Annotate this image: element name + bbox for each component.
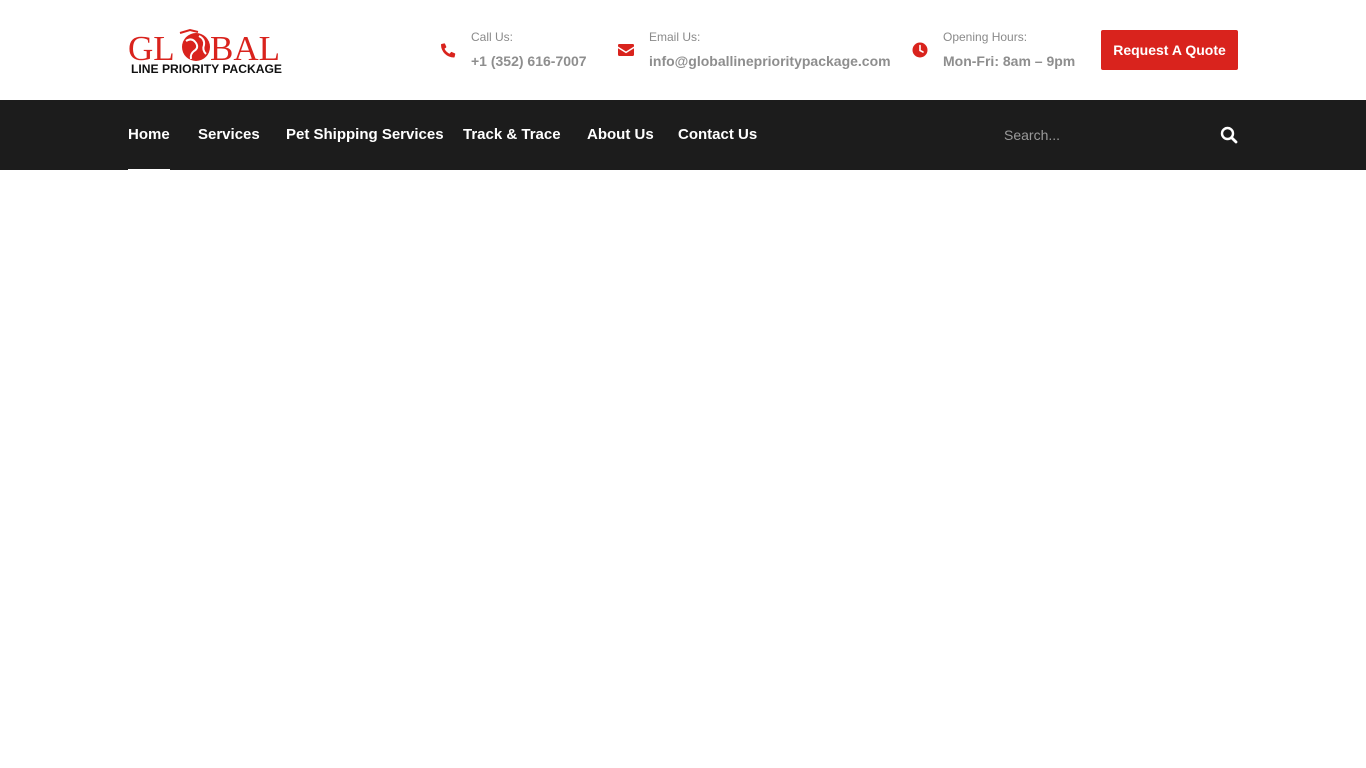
- nav-item-track-trace[interactable]: Track & Trace: [463, 100, 561, 170]
- svg-text:LINE PRIORITY PACKAGE: LINE PRIORITY PACKAGE: [131, 64, 282, 76]
- nav-item-services[interactable]: Services: [198, 100, 260, 170]
- top-header: GL BAL LINE PRIORITY PACKAGE Call Us: +1…: [0, 0, 1366, 100]
- clock-icon: [912, 42, 928, 58]
- hours-label: Opening Hours:: [943, 30, 1028, 44]
- search-form: [1004, 118, 1238, 152]
- envelope-icon: [618, 44, 634, 56]
- logo-graphic: GL BAL LINE PRIORITY PACKAGE: [128, 28, 282, 76]
- phone-icon: [440, 43, 456, 58]
- svg-text:BAL: BAL: [210, 29, 280, 68]
- nav-item-pet-shipping-services[interactable]: Pet Shipping Services: [286, 100, 444, 170]
- nav-item-about-us[interactable]: About Us: [587, 100, 654, 170]
- email-label: Email Us:: [649, 30, 701, 44]
- search-icon[interactable]: [1220, 126, 1238, 144]
- search-input[interactable]: [1004, 118, 1214, 152]
- call-number-link[interactable]: +1 (352) 616-7007: [471, 53, 587, 69]
- email-address-link[interactable]: info@globallineprioritypackage.com: [649, 53, 891, 69]
- globe-icon: [179, 28, 210, 61]
- svg-text:GL: GL: [128, 29, 175, 68]
- nav-item-home[interactable]: Home: [128, 100, 170, 172]
- site-logo[interactable]: GL BAL LINE PRIORITY PACKAGE: [128, 27, 284, 77]
- nav-item-contact-us[interactable]: Contact Us: [678, 100, 757, 170]
- hours-value: Mon-Fri: 8am – 9pm: [943, 53, 1076, 69]
- main-navigation: Home Services Pet Shipping Services Trac…: [0, 100, 1366, 172]
- call-label: Call Us:: [471, 30, 514, 44]
- request-quote-button[interactable]: Request A Quote: [1101, 30, 1238, 70]
